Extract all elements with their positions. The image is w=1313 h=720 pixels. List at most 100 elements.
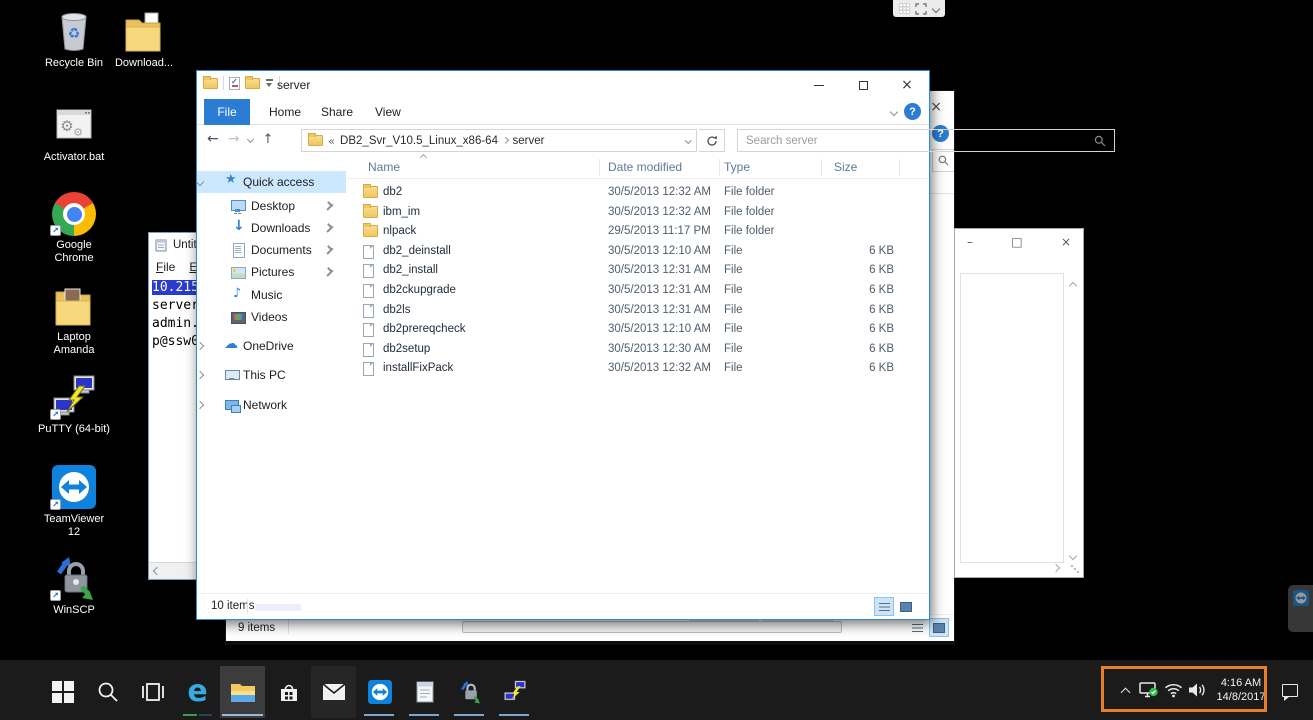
forward-button[interactable]: → <box>228 131 240 147</box>
customize-toolbar-dropdown[interactable] <box>265 78 274 88</box>
task-view-button[interactable] <box>130 666 175 718</box>
resize-grip[interactable] <box>1071 565 1079 573</box>
details-view-button[interactable] <box>875 598 893 615</box>
action-center-button[interactable] <box>1273 675 1307 705</box>
taskbar-clock[interactable]: 4:16 AM 14/8/2017 <box>1209 676 1273 704</box>
thumbnails-view-button[interactable] <box>897 598 915 615</box>
horizontal-scrollbar-fragment[interactable] <box>462 621 842 633</box>
file-row[interactable]: db230/5/2013 12:32 AMFile folder <box>347 183 928 203</box>
taskbar-search-button[interactable] <box>85 666 130 718</box>
close-button[interactable]: × <box>885 71 929 99</box>
file-row[interactable]: db2ckupgrade30/5/2013 12:31 AMFile6 KB <box>347 281 928 301</box>
thumbnails-view-button[interactable] <box>930 619 948 636</box>
sidebar-item-downloads[interactable]: Downloads <box>197 217 346 239</box>
file-row[interactable]: nlpack29/5/2013 11:17 PMFile folder <box>347 222 928 242</box>
taskbar-store-button[interactable] <box>266 666 311 718</box>
file-explorer-window[interactable]: server × File Home Share View ? ← → ↑ <box>196 70 930 620</box>
desktop-icon-winscp[interactable]: ↗ WinSCP <box>38 553 110 617</box>
close-icon[interactable]: × <box>1061 235 1071 249</box>
file-row[interactable]: installFixPack30/5/2013 12:32 AMFile6 KB <box>347 359 928 379</box>
recent-locations-dropdown[interactable] <box>247 135 254 142</box>
teamviewer-side-panel-tab[interactable] <box>1288 585 1313 632</box>
menu-file[interactable]: File <box>156 260 175 274</box>
breadcrumb-current[interactable]: server <box>512 135 544 147</box>
desktop-icon-laptop-amanda[interactable]: Laptop Amanda <box>38 280 110 357</box>
expand-ribbon-icon[interactable] <box>890 108 898 116</box>
refresh-button[interactable] <box>699 129 725 152</box>
right-background-window[interactable]: – □ × <box>954 228 1084 578</box>
address-dropdown-icon[interactable] <box>685 137 691 143</box>
teamviewer-top-toolbar-tab[interactable] <box>893 0 945 17</box>
column-size[interactable]: Size <box>834 160 857 174</box>
desktop-icon-recycle-bin[interactable]: ♻ Recycle Bin <box>38 6 110 70</box>
scroll-left-icon[interactable] <box>153 567 161 575</box>
tab-view[interactable]: View <box>363 99 413 125</box>
taskbar-mail-button[interactable] <box>311 666 356 718</box>
properties-button[interactable] <box>229 77 240 90</box>
file-row[interactable]: db2_install30/5/2013 12:31 AMFile6 KB <box>347 261 928 281</box>
sidebar-item-onedrive[interactable]: OneDrive <box>197 335 346 357</box>
chevron-right-icon[interactable] <box>196 371 204 379</box>
address-bar[interactable]: « DB2_Svr_V10.5_Linux_x86-64 server <box>301 129 697 152</box>
help-icon[interactable]: ? <box>904 103 921 120</box>
breadcrumb-prefix[interactable]: « <box>328 134 335 148</box>
column-name[interactable]: Name <box>368 160 400 174</box>
taskbar-edge-button[interactable]: e <box>175 666 220 718</box>
taskbar-teamviewer-button[interactable] <box>357 666 402 718</box>
teamviewer-tray-icon[interactable] <box>1137 675 1161 705</box>
search-box-fragment[interactable] <box>932 149 954 172</box>
up-button[interactable]: ↑ <box>262 132 273 147</box>
sidebar-item-network[interactable]: Network <box>197 394 346 416</box>
taskbar-putty-button[interactable] <box>492 666 537 718</box>
chevron-down-icon[interactable] <box>196 178 204 186</box>
new-folder-button[interactable] <box>245 78 260 89</box>
taskbar-notepad-button[interactable] <box>402 666 447 718</box>
sidebar-item-this-pc[interactable]: This PC <box>197 364 346 386</box>
sidebar-item-videos[interactable]: Videos <box>197 306 346 328</box>
breadcrumb-root[interactable]: DB2_Svr_V10.5_Linux_x86-64 <box>340 135 498 147</box>
taskbar-winscp-button[interactable] <box>447 666 492 718</box>
desktop-icon-activator-bat[interactable]: ⚙ ⚙ Activator.bat <box>38 100 110 164</box>
column-date-modified[interactable]: Date modified <box>608 160 682 174</box>
show-hidden-icons-button[interactable] <box>1113 675 1137 705</box>
sidebar-item-documents[interactable]: Documents <box>197 239 346 261</box>
volume-icon[interactable] <box>1185 675 1209 705</box>
search-input[interactable]: Search server <box>737 129 1115 152</box>
tab-file[interactable]: File <box>204 99 250 125</box>
scroll-down-icon[interactable] <box>1069 552 1077 560</box>
file-row[interactable]: db2ls30/5/2013 12:31 AMFile6 KB <box>347 301 928 321</box>
column-type[interactable]: Type <box>724 160 750 174</box>
file-row[interactable]: ibm_im30/5/2013 12:32 AMFile folder <box>347 203 928 223</box>
chevron-right-icon[interactable] <box>196 342 204 350</box>
maximize-icon[interactable]: □ <box>1011 235 1022 249</box>
scroll-up-icon[interactable] <box>1069 282 1077 290</box>
scroll-right-icon[interactable] <box>1052 564 1060 572</box>
tab-share[interactable]: Share <box>309 99 365 125</box>
maximize-button[interactable] <box>841 71 885 99</box>
grid-icon[interactable] <box>899 3 910 14</box>
fullscreen-icon[interactable] <box>915 3 927 15</box>
tab-home[interactable]: Home <box>257 99 313 125</box>
sidebar-item-music[interactable]: Music <box>197 284 346 306</box>
desktop-icon-download-folder[interactable]: Download... <box>108 6 180 70</box>
sidebar-item-desktop[interactable]: Desktop <box>197 195 346 217</box>
sidebar-item-pictures[interactable]: Pictures <box>197 261 346 283</box>
chevron-right-icon[interactable] <box>196 401 204 409</box>
breadcrumb-separator-icon[interactable] <box>502 137 508 143</box>
back-button[interactable]: ← <box>207 131 219 147</box>
sidebar-item-quick-access[interactable]: Quick access <box>197 171 346 193</box>
chevron-down-icon[interactable] <box>932 4 940 12</box>
title-bar[interactable]: server × <box>197 71 929 99</box>
details-view-button[interactable] <box>908 619 926 636</box>
desktop-icon-putty[interactable]: ↗ PuTTY (64-bit) <box>38 372 110 436</box>
desktop-icon-google-chrome[interactable]: ↗ Google Chrome <box>38 188 110 265</box>
start-button[interactable] <box>40 666 85 718</box>
file-row[interactable]: db2setup30/5/2013 12:30 AMFile6 KB <box>347 340 928 360</box>
taskbar-file-explorer-button[interactable] <box>220 666 265 718</box>
minimize-button[interactable] <box>797 71 841 99</box>
file-row[interactable]: db2_deinstall30/5/2013 12:10 AMFile6 KB <box>347 242 928 262</box>
minimize-icon[interactable]: – <box>967 235 973 249</box>
file-row[interactable]: db2prereqcheck30/5/2013 12:10 AMFile6 KB <box>347 320 928 340</box>
desktop-icon-teamviewer[interactable]: ↗ TeamViewer 12 <box>38 462 110 539</box>
wifi-icon[interactable] <box>1161 675 1185 705</box>
